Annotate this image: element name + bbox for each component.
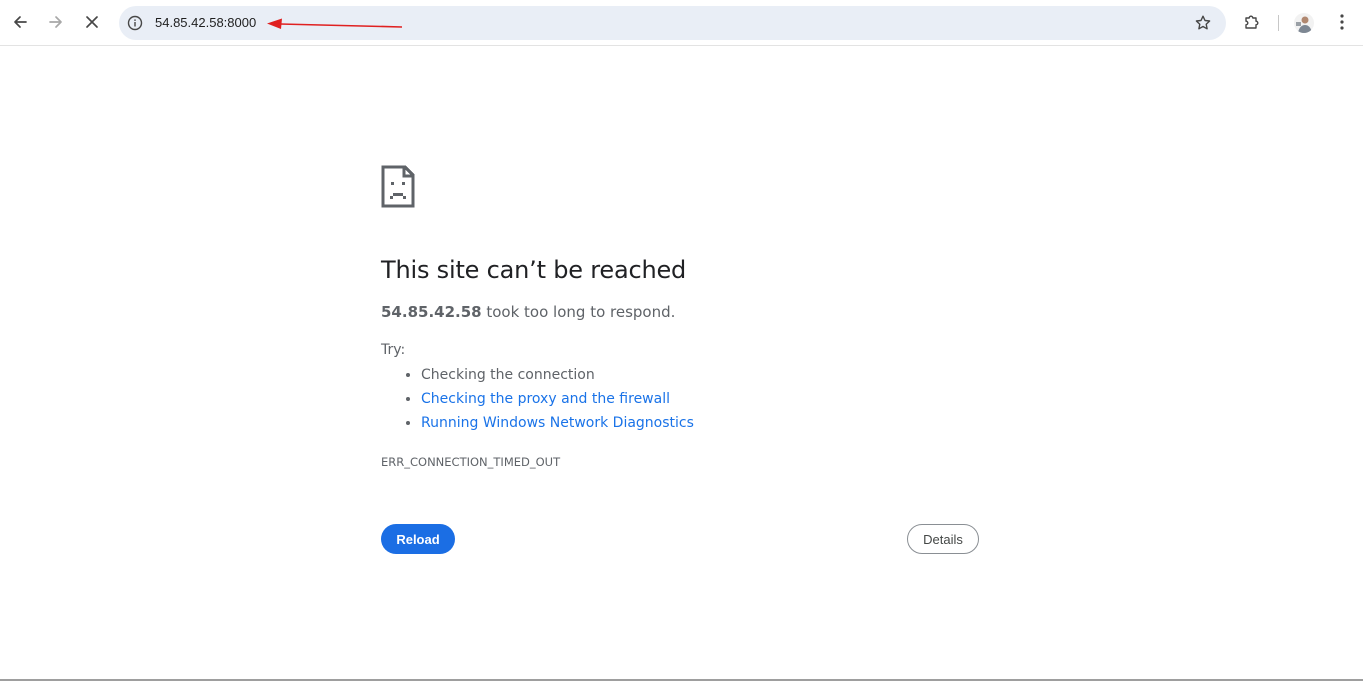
site-info-icon[interactable]	[127, 15, 143, 31]
host-name: 54.85.42.58	[381, 303, 482, 321]
stop-loading-button[interactable]	[77, 7, 107, 37]
toolbar-separator	[1278, 15, 1279, 31]
error-heading: This site can’t be reached	[381, 256, 687, 284]
back-button[interactable]	[5, 7, 35, 37]
url-text[interactable]: 54.85.42.58:8000	[155, 15, 256, 31]
suggestions-list: Checking the connection Checking the pro…	[381, 366, 694, 438]
suggestion-check-connection: Checking the connection	[421, 366, 694, 390]
browser-menu-button[interactable]	[1327, 7, 1357, 37]
summary-text: took too long to respond.	[481, 303, 676, 321]
puzzle-piece-icon	[1245, 15, 1259, 29]
browser-toolbar: 54.85.42.58:8000	[0, 0, 1363, 46]
profile-avatar[interactable]	[1294, 13, 1314, 33]
suggestion-network-diagnostics[interactable]: Running Windows Network Diagnostics	[421, 414, 694, 438]
sad-page-icon	[381, 165, 415, 208]
forward-button[interactable]	[41, 7, 71, 37]
stop-loading-icon	[86, 16, 98, 28]
three-dot-menu-icon	[1340, 14, 1344, 30]
suggestion-link[interactable]: Checking the proxy and the firewall	[421, 391, 670, 407]
error-code: ERR_CONNECTION_TIMED_OUT	[381, 455, 561, 469]
extensions-button[interactable]	[1237, 7, 1267, 37]
details-button[interactable]: Details	[907, 524, 979, 554]
forward-arrow-icon	[49, 16, 62, 28]
suggestion-text: Checking the connection	[421, 367, 595, 383]
try-label: Try:	[381, 342, 406, 358]
suggestion-check-proxy-firewall[interactable]: Checking the proxy and the firewall	[421, 390, 694, 414]
reload-button[interactable]: Reload	[381, 524, 455, 554]
suggestion-link[interactable]: Running Windows Network Diagnostics	[421, 415, 694, 431]
error-summary: 54.85.42.58 took too long to respond.	[381, 303, 675, 321]
star-icon[interactable]	[1194, 14, 1212, 32]
avatar-image	[1294, 13, 1314, 33]
annotation-arrow	[267, 18, 403, 29]
back-arrow-icon	[14, 16, 27, 28]
